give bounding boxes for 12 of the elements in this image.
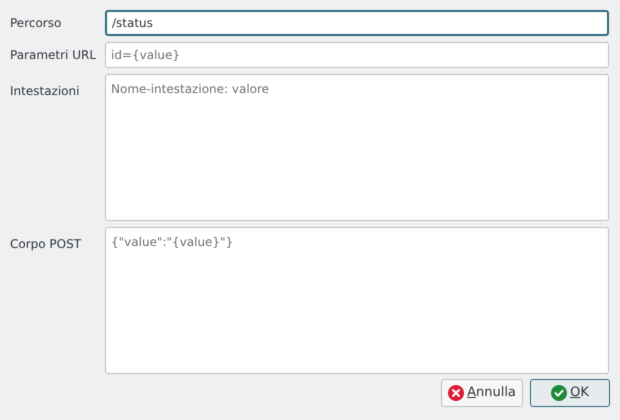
text-area[interactable]: Nome-intestazione: valore (105, 74, 609, 221)
cancel-button[interactable]: Annulla (441, 379, 523, 407)
ok-button[interactable]: OK (530, 379, 610, 407)
field-label: Parametri URL (10, 47, 98, 64)
input-field[interactable]: id={value} (105, 42, 609, 68)
input-field[interactable]: /status (105, 10, 609, 36)
close-icon (448, 385, 464, 401)
field-label: Corpo POST (10, 236, 82, 253)
field-label: Intestazioni (10, 83, 80, 100)
text-area[interactable]: {"value":"{value}"} (105, 227, 609, 374)
field-label: Percorso (10, 15, 62, 32)
checkmark-icon (551, 385, 568, 401)
